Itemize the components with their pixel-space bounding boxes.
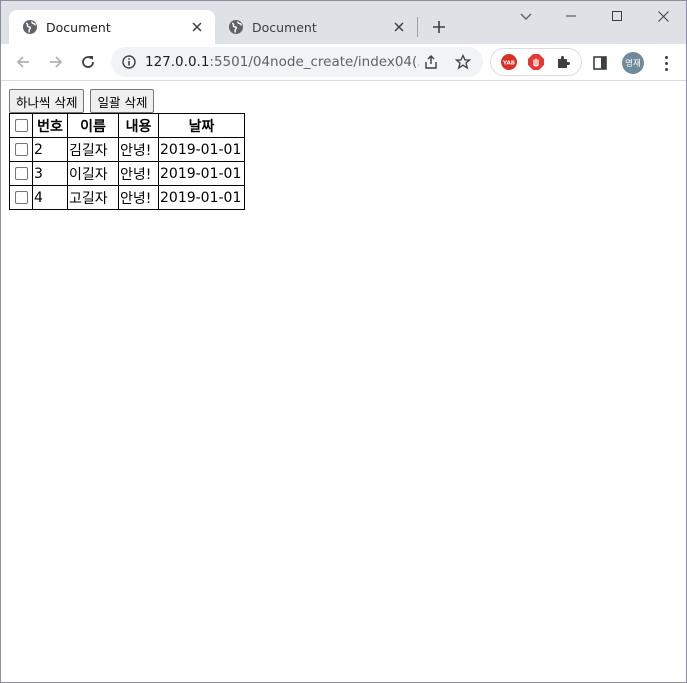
browser-window: Document Document 127.0.0.1:5501/04node_… [0,0,687,683]
puzzle-icon[interactable] [553,52,573,72]
yab-icon[interactable]: YAB [499,52,519,72]
row-checkbox[interactable] [14,191,28,204]
forward-arrow-icon[interactable] [44,50,68,74]
page-content: 하나씩 삭제 일괄 삭제 번호 이름 내용 날짜 2 김길자 안녕! 2019-… [1,82,686,682]
svg-text:YAB: YAB [502,61,515,67]
tab-title: Document [252,19,317,35]
cell-number: 3 [32,161,68,186]
address-bar[interactable]: 127.0.0.1:5501/04node_create/index04(... [111,47,483,77]
extensions-group: YAB [490,48,582,76]
cell-content: 안녕! [118,137,159,162]
table-row: 2 김길자 안녕! 2019-01-01 [9,137,245,162]
cell-name: 고길자 [67,185,119,210]
cell-date: 2019-01-01 [158,137,245,162]
more-menu-icon[interactable] [656,52,676,74]
cell-number: 4 [32,185,68,210]
header-date: 날짜 [158,113,245,138]
share-icon[interactable] [419,50,443,74]
row-checkbox[interactable] [14,167,28,180]
data-table: 번호 이름 내용 날짜 2 김길자 안녕! 2019-01-01 3 이길자 안… [9,113,245,210]
site-info-icon[interactable] [121,54,137,70]
delete-one-button[interactable]: 하나씩 삭제 [9,89,85,113]
table-header-row: 번호 이름 내용 날짜 [9,113,245,138]
minimize-icon[interactable] [548,1,594,31]
close-tab-icon[interactable] [391,19,407,35]
maximize-icon[interactable] [594,1,640,31]
table-row: 3 이길자 안녕! 2019-01-01 [9,161,245,186]
cell-name: 김길자 [67,137,119,162]
cell-number: 2 [32,137,68,162]
reload-icon[interactable] [76,50,100,74]
cell-content: 안녕! [118,161,159,186]
cell-name: 이길자 [67,161,119,186]
bookmark-star-icon[interactable] [451,50,475,74]
action-buttons: 하나씩 삭제 일괄 삭제 [9,89,155,113]
side-panel-icon[interactable] [591,54,609,72]
table-row: 4 고길자 안녕! 2019-01-01 [9,185,245,210]
url-path: :5501/04node_create/index04(... [209,54,419,70]
delete-all-button[interactable]: 일괄 삭제 [90,89,155,113]
close-window-icon[interactable] [640,1,686,31]
tab-strip: Document Document [1,1,686,44]
cell-content: 안녕! [118,185,159,210]
back-arrow-icon[interactable] [11,50,35,74]
tab-search-chevron-down-icon[interactable] [517,8,535,26]
browser-toolbar: 127.0.0.1:5501/04node_create/index04(...… [1,44,686,81]
url-text: 127.0.0.1:5501/04node_create/index04(... [145,54,419,70]
adblock-icon[interactable] [526,52,546,72]
tab-title: Document [46,19,111,35]
header-content: 내용 [118,113,159,138]
row-checkbox[interactable] [14,143,28,156]
select-all-cell [9,113,33,138]
header-number: 번호 [32,113,68,138]
row-select-cell [9,137,33,162]
close-tab-icon[interactable] [189,19,205,35]
row-select-cell [9,185,33,210]
url-host: 127.0.0.1 [145,54,210,70]
tab-document-inactive[interactable]: Document [215,10,417,44]
select-all-checkbox[interactable] [14,119,28,132]
profile-avatar[interactable]: 영재 [622,52,644,74]
window-controls [548,1,686,33]
globe-icon [22,19,38,35]
new-tab-plus-icon[interactable] [429,17,449,37]
tab-document-active[interactable]: Document [9,10,215,44]
header-name: 이름 [67,113,119,138]
cell-date: 2019-01-01 [158,185,245,210]
tab-separator [417,17,418,37]
cell-date: 2019-01-01 [158,161,245,186]
row-select-cell [9,161,33,186]
globe-icon [228,19,244,35]
